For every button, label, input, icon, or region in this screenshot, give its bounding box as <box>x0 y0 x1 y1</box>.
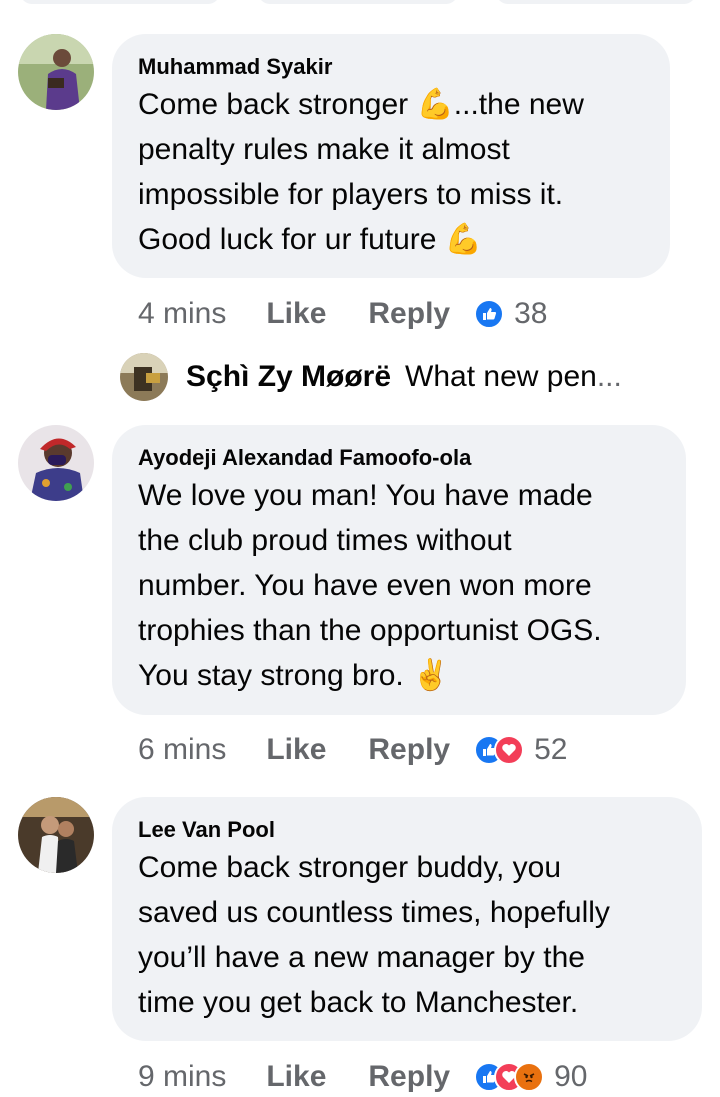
comment-actions: 6 mins Like Reply 52 <box>138 730 567 770</box>
comment-author[interactable]: Lee Van Pool <box>138 815 676 845</box>
reply-button[interactable]: Reply <box>368 297 450 331</box>
avatar[interactable] <box>18 797 94 873</box>
reply-author[interactable]: Sçhì Zy Møørë <box>186 360 391 394</box>
comment-actions: 4 mins Like Reply 38 <box>138 294 547 334</box>
reaction-count: 38 <box>514 297 548 330</box>
comment-timestamp[interactable]: 6 mins <box>138 733 226 767</box>
comment-text: We love you man! You have made the club … <box>138 479 602 692</box>
comment-bubble: Ayodeji Alexandad Famoofo-ola We love yo… <box>112 425 686 715</box>
comment-text: Come back stronger buddy, you saved us c… <box>138 851 610 1019</box>
comment-author[interactable]: Ayodeji Alexandad Famoofo-ola <box>138 443 660 473</box>
love-icon <box>494 735 525 765</box>
reply-button[interactable]: Reply <box>368 733 450 767</box>
like-button[interactable]: Like <box>266 1060 326 1094</box>
reaction-count: 52 <box>534 733 568 766</box>
previous-comment-stub <box>496 0 696 4</box>
reply-preview[interactable]: Sçhì Zy Møørë What new pen... <box>120 352 622 402</box>
previous-comment-stub <box>258 0 458 4</box>
comment-timestamp[interactable]: 9 mins <box>138 1060 226 1094</box>
reply-text: What new pen <box>405 360 597 393</box>
like-icon <box>474 299 505 329</box>
comment-bubble: Muhammad Syakir Come back stronger 💪...t… <box>112 34 670 278</box>
reaction-summary[interactable]: 52 <box>474 733 567 767</box>
angry-icon <box>514 1062 545 1092</box>
comment-timestamp[interactable]: 4 mins <box>138 297 226 331</box>
like-button[interactable]: Like <box>266 733 326 767</box>
reply-button[interactable]: Reply <box>368 1060 450 1094</box>
reaction-summary[interactable]: 90 <box>474 1060 587 1094</box>
avatar[interactable] <box>120 353 168 401</box>
comment-actions: 9 mins Like Reply 90 <box>138 1057 587 1097</box>
previous-comment-stub <box>20 0 220 4</box>
comment-author[interactable]: Muhammad Syakir <box>138 52 644 82</box>
reaction-count: 90 <box>554 1060 588 1093</box>
avatar[interactable] <box>18 34 94 110</box>
comment-text: Come back stronger 💪...the new penalty r… <box>138 88 584 256</box>
reply-ellipsis: ... <box>596 360 622 393</box>
avatar[interactable] <box>18 425 94 501</box>
like-button[interactable]: Like <box>266 297 326 331</box>
reaction-summary[interactable]: 38 <box>474 297 547 331</box>
comment-bubble: Lee Van Pool Come back stronger buddy, y… <box>112 797 702 1041</box>
